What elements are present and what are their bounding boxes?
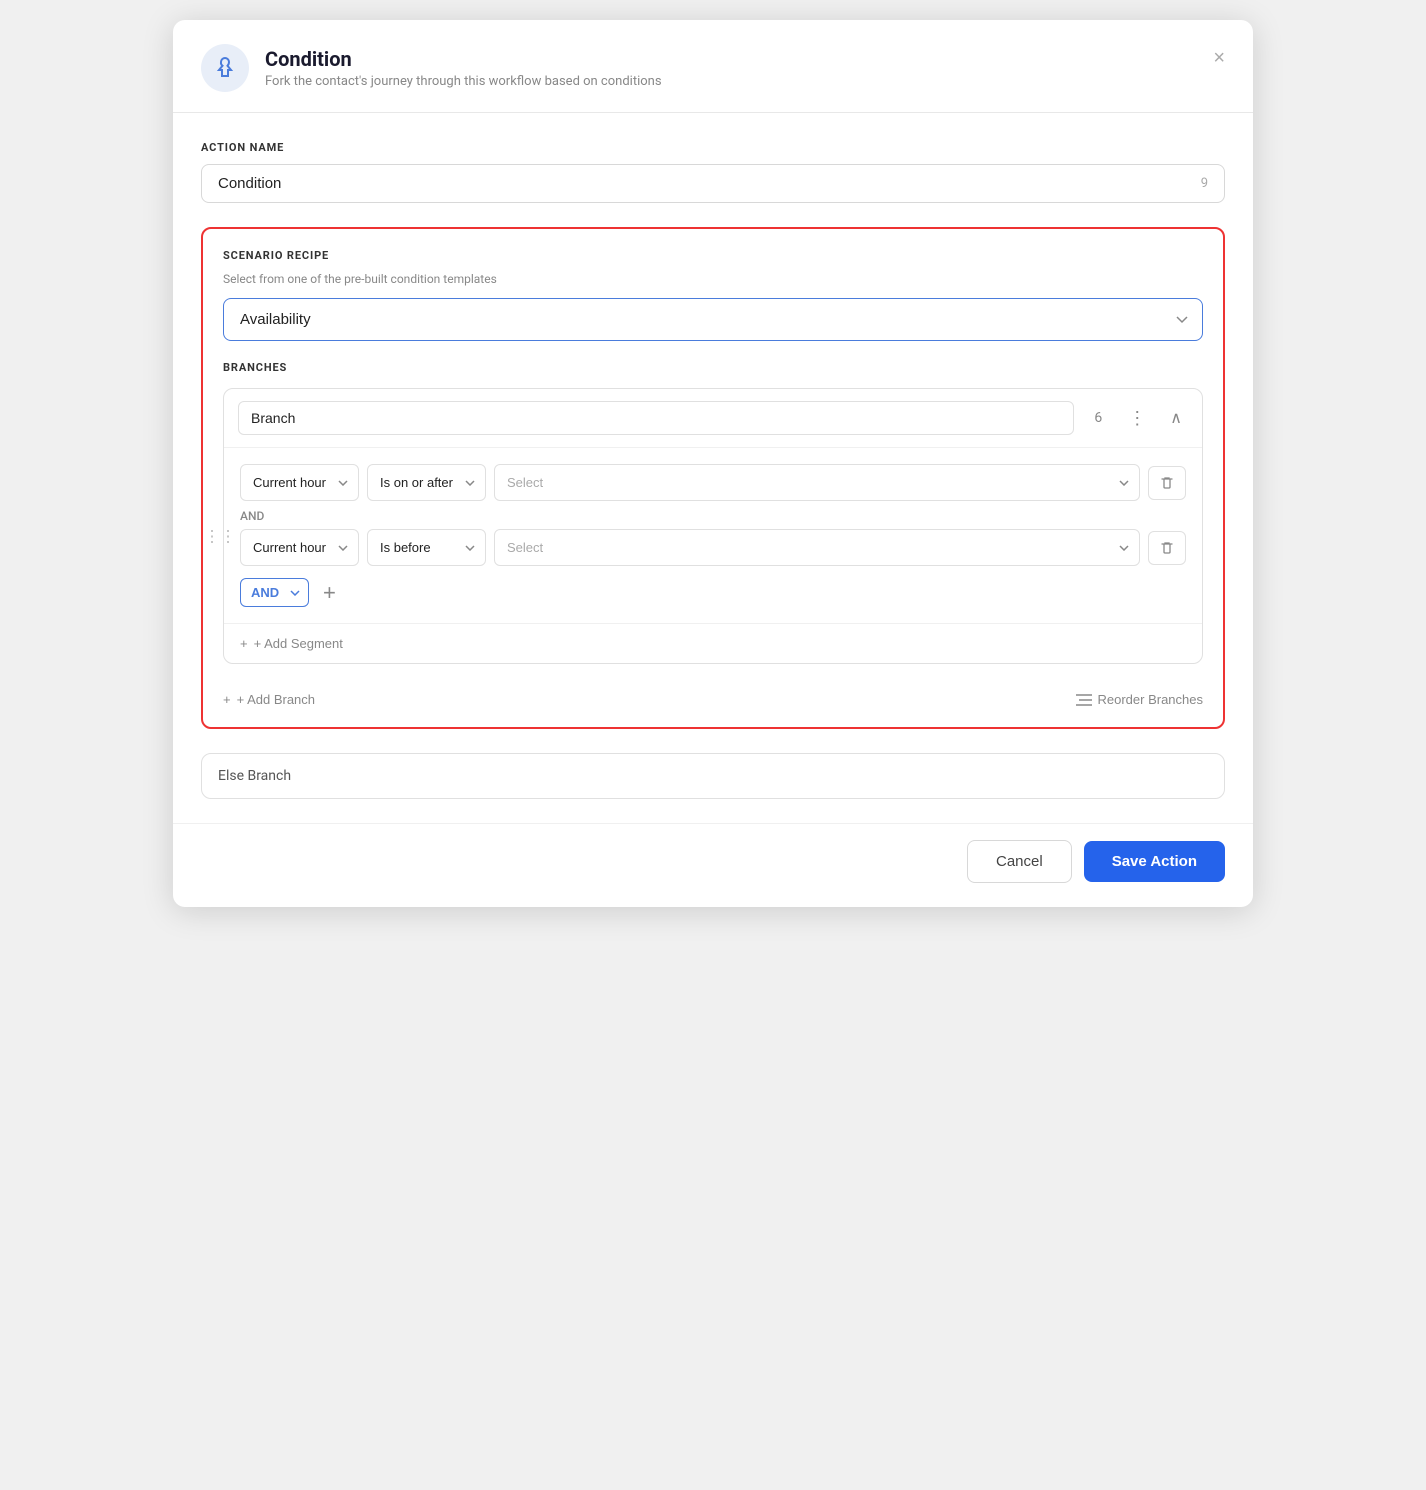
scenario-select[interactable]: Availability Time Based Contact Property… (223, 298, 1203, 341)
branch-name-input[interactable] (238, 401, 1074, 435)
add-segment-label: + Add Segment (254, 636, 343, 651)
modal-title: Condition (265, 47, 662, 71)
add-branch-icon: + (223, 692, 231, 707)
scenario-recipe-label: SCENARIO RECIPE (223, 249, 1203, 262)
add-branch-label: + Add Branch (237, 692, 315, 707)
condition-value-2[interactable]: Select (494, 529, 1140, 566)
delete-condition-1-button[interactable] (1148, 466, 1186, 500)
close-button[interactable]: × (1209, 44, 1229, 72)
drag-handle[interactable]: ⋮⋮ (204, 526, 236, 545)
action-name-label: ACTION NAME (201, 141, 1225, 154)
add-segment-icon: + (240, 636, 248, 651)
scenario-section: SCENARIO RECIPE Select from one of the p… (201, 227, 1225, 729)
add-condition-button[interactable]: + (317, 580, 342, 606)
and-operator-select[interactable]: AND OR (240, 578, 309, 607)
reorder-icon (1076, 693, 1092, 707)
condition-row-2: Current hour Current day Current date Is… (240, 529, 1186, 566)
reorder-label: Reorder Branches (1098, 692, 1204, 707)
branch-header: 6 ⋮ ∧ (224, 389, 1202, 447)
reorder-branches-button[interactable]: Reorder Branches (1076, 688, 1204, 711)
branch-conditions: ⋮⋮ Current hour Current day Current date… (224, 447, 1202, 623)
else-branch-card: Else Branch (201, 753, 1225, 799)
modal-icon (201, 44, 249, 92)
action-name-row: 9 (201, 164, 1225, 203)
modal-title-block: Condition Fork the contact's journey thr… (265, 47, 662, 89)
modal-body: ACTION NAME 9 SCENARIO RECIPE Select fro… (173, 113, 1253, 823)
branch-collapse-button[interactable]: ∧ (1164, 404, 1188, 432)
action-name-count: 9 (1201, 176, 1208, 191)
branch-actions: + + Add Branch Reorder Branches (223, 680, 1203, 711)
branch-number: 6 (1086, 410, 1110, 426)
condition-field-1[interactable]: Current hour Current day Current date (240, 464, 359, 501)
and-operator-row: AND OR + (240, 578, 1186, 607)
trash-icon (1159, 475, 1175, 491)
action-name-input[interactable] (218, 175, 1201, 192)
modal-header: Condition Fork the contact's journey thr… (173, 20, 1253, 113)
add-branch-button[interactable]: + + Add Branch (223, 688, 315, 711)
branch-card: 6 ⋮ ∧ ⋮⋮ Current hour Current day Curren… (223, 388, 1203, 664)
modal-subtitle: Fork the contact's journey through this … (265, 74, 662, 89)
modal-footer: Cancel Save Action (173, 823, 1253, 907)
and-connector-label: AND (240, 509, 1186, 523)
branches-label: BRANCHES (223, 361, 1203, 374)
trash-icon (1159, 540, 1175, 556)
delete-condition-2-button[interactable] (1148, 531, 1186, 565)
save-action-button[interactable]: Save Action (1084, 841, 1225, 882)
else-branch-label: Else Branch (218, 768, 291, 784)
add-segment-button[interactable]: + + Add Segment (224, 623, 1202, 663)
condition-row-1: Current hour Current day Current date Is… (240, 464, 1186, 501)
condition-operator-1[interactable]: Is on or after Is before Is equal to (367, 464, 486, 501)
condition-field-2[interactable]: Current hour Current day Current date (240, 529, 359, 566)
branch-menu-button[interactable]: ⋮ (1122, 404, 1152, 433)
condition-operator-2[interactable]: Is before Is on or after Is equal to (367, 529, 486, 566)
scenario-description: Select from one of the pre-built conditi… (223, 272, 1203, 286)
condition-value-1[interactable]: Select (494, 464, 1140, 501)
cancel-button[interactable]: Cancel (967, 840, 1072, 883)
condition-modal: Condition Fork the contact's journey thr… (173, 20, 1253, 907)
condition-icon (213, 56, 237, 80)
